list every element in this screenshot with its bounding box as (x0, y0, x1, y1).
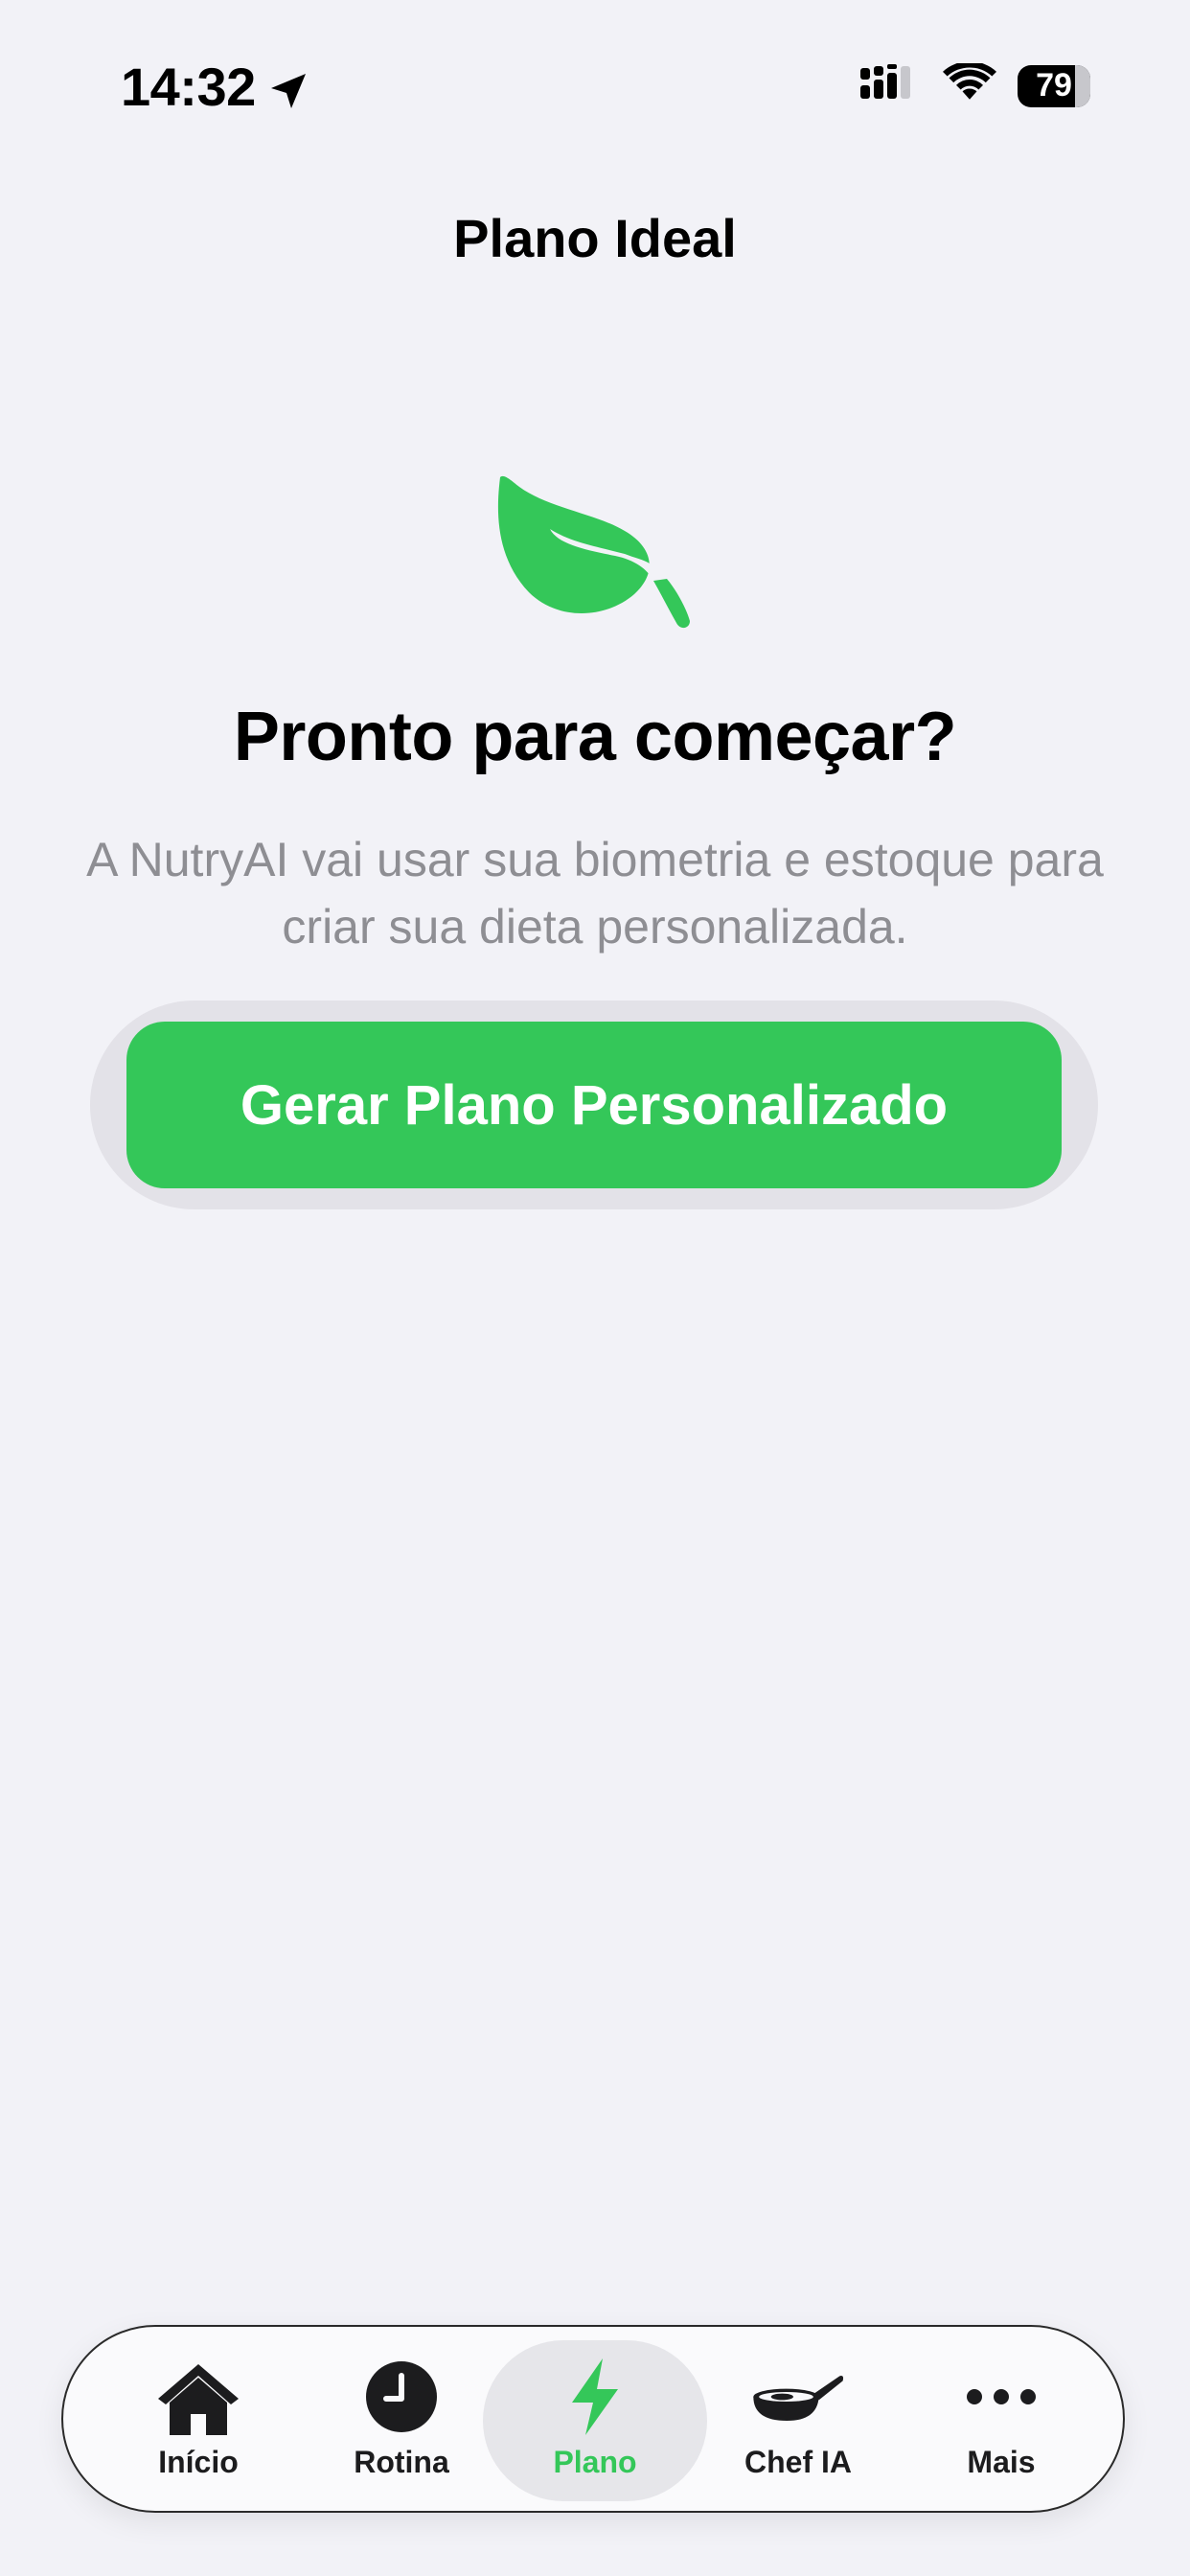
tab-label: Rotina (354, 2444, 449, 2479)
leaf-icon (491, 470, 698, 642)
page-title: Plano Ideal (453, 208, 737, 268)
tab-plano[interactable]: Plano (494, 2327, 696, 2511)
bolt-icon (547, 2358, 643, 2435)
hero-subtitle: A NutryAI vai usar sua biometria e estoq… (86, 833, 1104, 954)
status-indicators: 79 (860, 60, 1090, 108)
hero-title: Pronto para começar? (233, 699, 957, 775)
house-icon (150, 2358, 246, 2435)
status-bar: 14:32 79 (0, 0, 1190, 172)
tab-label: Mais (967, 2444, 1036, 2479)
tab-inicio[interactable]: Início (98, 2327, 299, 2511)
tab-mais[interactable]: Mais (901, 2327, 1102, 2511)
tab-bar: Início Rotina Plano Chef IA Mais (61, 2325, 1125, 2513)
location-arrow-icon (265, 64, 311, 110)
generate-plan-button[interactable]: Gerar Plano Personalizado (126, 1022, 1062, 1188)
cellular-signal-icon (860, 64, 922, 107)
ellipsis-icon (953, 2358, 1049, 2435)
battery-level: 79 (1036, 67, 1072, 104)
clock-icon (354, 2358, 449, 2435)
tab-label: Chef IA (744, 2444, 852, 2479)
frying-pan-icon (750, 2358, 846, 2435)
battery-icon: 79 (1018, 64, 1090, 107)
tab-label: Plano (553, 2444, 637, 2479)
status-time-text: 14:32 (121, 57, 256, 117)
tab-rotina[interactable]: Rotina (301, 2327, 502, 2511)
tab-chef-ia[interactable]: Chef IA (698, 2327, 899, 2511)
status-time: 14:32 (121, 56, 311, 118)
wifi-icon (943, 60, 996, 108)
cta-container: Gerar Plano Personalizado (90, 1000, 1098, 1209)
tab-label: Início (158, 2444, 239, 2479)
